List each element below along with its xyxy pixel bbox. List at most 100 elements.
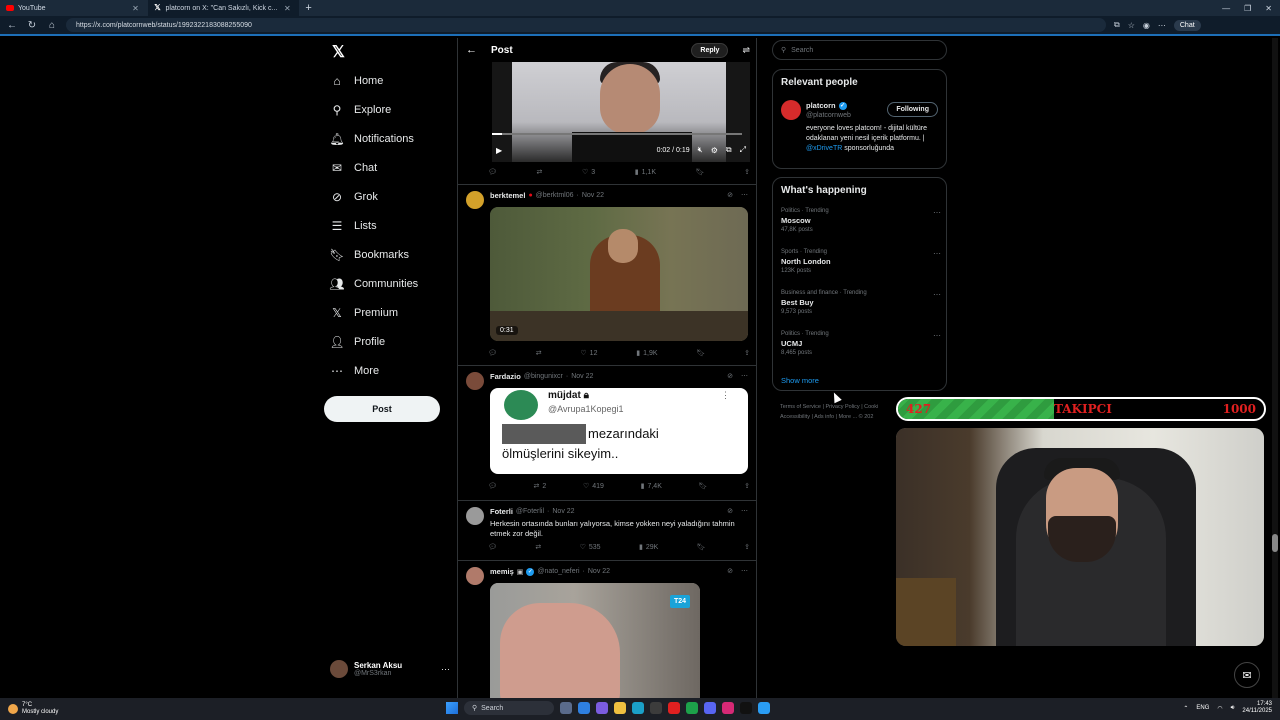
following-button[interactable]: Following [887,102,938,117]
instagram-icon[interactable] [722,702,734,714]
home-button-icon[interactable]: ⌂ [46,20,58,31]
relevant-handle[interactable]: @platcornweb [806,112,851,119]
views-button[interactable]: ▮ 7,4K [641,482,662,491]
nav-notifications[interactable]: 🔔︎ Notifications [329,132,414,146]
scrollbar-thumb[interactable] [1272,534,1278,552]
avatar[interactable] [466,191,484,209]
settings-icon[interactable]: ⚙ [711,146,718,155]
like-button[interactable]: ♡ 535 [580,543,601,552]
more-dots-icon[interactable]: ⋯ [741,191,748,199]
chevron-up-icon[interactable]: ⌃ [1183,705,1188,712]
nav-profile[interactable]: 👤︎ Profile [329,335,385,349]
bookmark-icon[interactable]: 🔖︎ [696,349,705,357]
reply-button[interactable]: Reply [691,42,729,58]
tiktok-icon[interactable] [740,702,752,714]
close-tab-icon[interactable]: ✕ [281,4,293,13]
grok-icon[interactable]: ⊘ [727,507,733,515]
nav-premium[interactable]: 𝕏 Premium [330,306,398,320]
author-name[interactable]: memiş [490,567,514,576]
new-tab-button[interactable]: + [299,2,317,14]
close-tab-icon[interactable]: ✕ [130,4,142,13]
video-progress[interactable] [492,133,742,135]
x-logo-icon[interactable]: 𝕏 [332,42,345,62]
grok-icon[interactable]: ⊘ [727,567,733,575]
minimize-icon[interactable]: — [1222,4,1230,13]
file-explorer-icon[interactable] [614,702,626,714]
nav-more[interactable]: ⋯ More [330,364,379,378]
tweet-video[interactable]: T24 [490,583,700,698]
avatar[interactable] [466,507,484,525]
views-button[interactable]: ▮ 1,9K [636,349,657,358]
share-icon[interactable]: ⇪ [744,168,750,176]
more-dots-icon[interactable]: ⋯ [933,331,941,340]
author-handle[interactable]: @nato_neferi [537,568,579,575]
tweet-video[interactable]: 0:31 [490,207,748,341]
trend-item[interactable]: Business and finance · Trending Best Buy… [781,290,941,315]
repost-icon[interactable]: ⇄ [535,543,541,551]
close-window-icon[interactable]: ✕ [1265,4,1272,13]
nav-explore[interactable]: ⚲ Explore [330,103,392,117]
taskbar-search[interactable]: ⚲ Search [464,701,554,715]
tweet[interactable]: Foterli @Foterlil · Nov 22 ⊘ ⋯ Herkesin … [458,500,756,560]
windows-start-icon[interactable] [446,702,458,714]
bookmark-icon[interactable]: 🔖︎ [699,482,708,490]
reply-icon[interactable]: 💬︎ [488,482,497,490]
edge-icon[interactable] [632,702,644,714]
footer-line-1[interactable]: Terms of Service | Privacy Policy | Cook… [780,402,900,412]
quoted-image[interactable]: müjdat 🔒︎ @Avrupa1Kopegi1 ⋮ mezarındaki … [490,388,748,474]
pip-icon[interactable]: ⧉ [726,145,732,155]
share-icon[interactable]: ⇪ [744,482,750,490]
grok-icon[interactable]: ⊘ [727,372,733,380]
more-dots-icon[interactable]: ⋯ [441,664,450,675]
fullscreen-icon[interactable]: ⤢ [740,145,746,155]
back-arrow-icon[interactable]: ← [6,20,18,31]
author-name[interactable]: Foterli [490,507,513,516]
url-field[interactable]: https://x.com/platcornweb/status/1992322… [66,18,1106,32]
more-dots-icon[interactable]: ⋯ [741,507,748,515]
more-dots-icon[interactable]: ⋯ [933,208,941,217]
favorites-icon[interactable]: ☆ [1128,21,1135,30]
nav-bookmarks[interactable]: 🔖︎ Bookmarks [329,248,409,262]
repost-icon[interactable]: ⇄ [536,168,542,176]
maximize-icon[interactable]: ❐ [1244,4,1251,13]
copilot-icon[interactable] [578,702,590,714]
messages-button[interactable]: ✉ [1234,662,1260,688]
copilot-chat-button[interactable]: Chat [1173,19,1201,31]
author-name[interactable]: berktemel [490,191,525,200]
weather-widget[interactable]: 7°C Mostly cloudy [0,702,58,716]
trend-item[interactable]: Sports · Trending North London 123K post… [781,249,941,274]
like-button[interactable]: ♡ 419 [583,482,604,491]
more-dots-icon[interactable]: ⋯ [741,372,748,380]
discord-icon[interactable] [704,702,716,714]
reply-icon[interactable]: 💬︎ [488,349,497,357]
xbox-icon[interactable] [686,702,698,714]
footer-line-2[interactable]: Accessibility | Ads info | More ... © 20… [780,412,900,422]
like-button[interactable]: ♡ 12 [580,349,597,358]
store-icon[interactable] [650,702,662,714]
clock[interactable]: 17:43 24/11/2025 [1242,701,1272,715]
more-dots-icon[interactable]: ⋯ [933,290,941,299]
sliders-icon[interactable]: ⇌ [742,45,750,56]
search-input[interactable]: ⚲ Search [772,40,947,60]
trend-item[interactable]: Politics · Trending Moscow 47,8K posts ⋯ [781,208,941,233]
more-dots-icon[interactable]: ⋯ [741,567,748,575]
views-button[interactable]: ▮ 29K [639,543,658,552]
avatar[interactable] [466,372,484,390]
avatar[interactable] [781,100,801,120]
refresh-icon[interactable]: ↻ [26,20,38,31]
bio-link[interactable]: @xDriveTR [806,145,842,152]
author-handle[interactable]: @Foterlil [516,508,544,515]
youtube-icon[interactable] [668,702,680,714]
repost-button[interactable]: ⇄ 2 [534,482,547,491]
repost-icon[interactable]: ⇄ [536,349,542,357]
profile-icon[interactable]: ◉ [1143,21,1150,30]
reply-icon[interactable]: 💬︎ [488,543,497,551]
nav-chat[interactable]: ✉ Chat [330,161,377,175]
share-icon[interactable]: ⇪ [744,349,750,357]
post-button[interactable]: Post [324,396,440,422]
volume-icon[interactable]: 🔊︎ [1231,705,1235,712]
nav-home[interactable]: ⌂ Home [330,74,383,88]
bookmark-icon[interactable]: 🔖︎ [697,543,706,551]
like-button[interactable]: ♡ 3 [582,168,595,177]
back-arrow-icon[interactable]: ← [466,44,477,56]
